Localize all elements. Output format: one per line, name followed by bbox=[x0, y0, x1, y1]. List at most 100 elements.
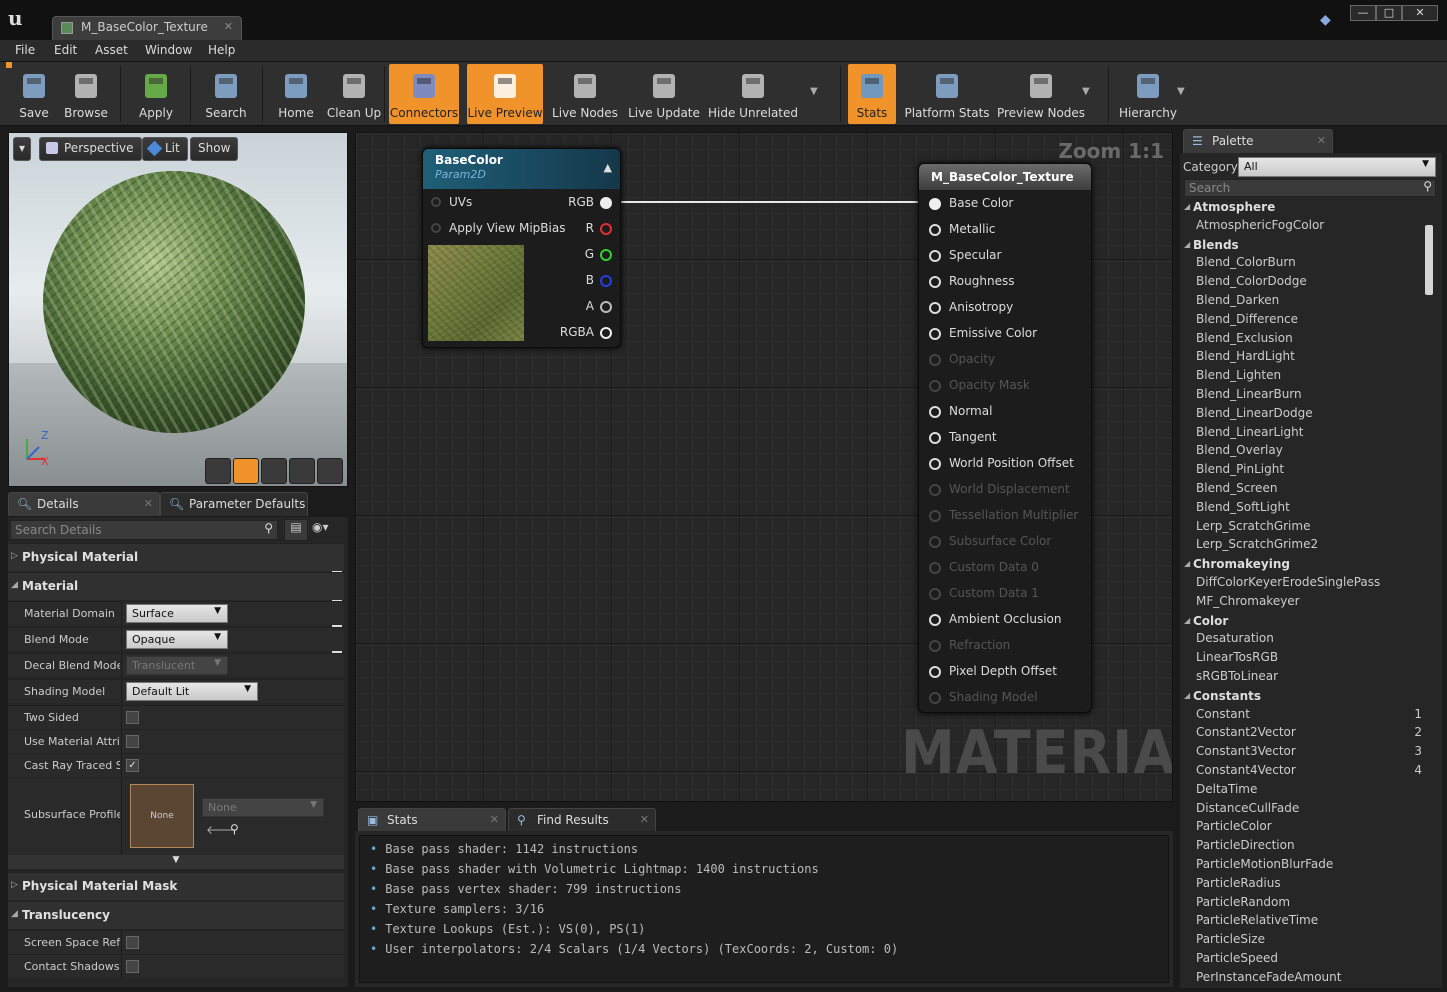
palette-item[interactable]: MF_Chromakeyer bbox=[1196, 594, 1436, 613]
palette-item[interactable]: ParticleMotionBlurFade bbox=[1196, 857, 1436, 876]
notification-icon[interactable]: ◆ bbox=[1320, 12, 1338, 30]
palette-category[interactable]: ◢ Constants bbox=[1184, 688, 1434, 707]
palette-item[interactable]: Blend_Screen bbox=[1196, 481, 1436, 500]
toolbar-platform-stats-button[interactable]: Platform Stats bbox=[904, 64, 990, 124]
screen-space-reflections-checkbox[interactable] bbox=[126, 936, 139, 949]
result-input-pin[interactable] bbox=[929, 640, 941, 652]
palette-item[interactable]: Constant4Vector 4 bbox=[1196, 763, 1436, 782]
result-input-pin[interactable] bbox=[929, 536, 941, 548]
two-sided-checkbox[interactable] bbox=[126, 711, 139, 724]
tab-details[interactable]: 🔍︎ Details ✕ bbox=[8, 492, 160, 516]
palette-item[interactable]: Blend_Lighten bbox=[1196, 368, 1436, 387]
toolbar-save-button[interactable]: Save bbox=[8, 64, 60, 124]
result-input-pin[interactable] bbox=[929, 614, 941, 626]
menu-help[interactable]: Help bbox=[208, 43, 235, 57]
palette-item[interactable]: Blend_Darken bbox=[1196, 293, 1436, 312]
toolbar-preview-nodes-button[interactable]: Preview Nodes bbox=[996, 64, 1086, 124]
palette-category[interactable]: ◢ Color bbox=[1184, 613, 1434, 632]
palette-item[interactable]: DiffColorKeyerErodeSinglePass bbox=[1196, 575, 1436, 594]
toolbar-live-update-button[interactable]: Live Update bbox=[628, 64, 700, 124]
result-input-pin[interactable] bbox=[929, 198, 941, 210]
toolbar-clean-up-button[interactable]: Clean Up bbox=[326, 64, 382, 124]
shading-model-dropdown[interactable]: Default Lit ▼ bbox=[126, 682, 258, 701]
close-tab-icon[interactable]: ✕ bbox=[224, 20, 233, 33]
viewport-options-button[interactable]: ▾ bbox=[13, 137, 32, 161]
palette-item[interactable]: Blend_LinearDodge bbox=[1196, 406, 1436, 425]
cylinder-mesh-icon[interactable] bbox=[205, 458, 231, 484]
toolbar-stats-button[interactable]: Stats bbox=[848, 64, 896, 124]
details-search-input[interactable]: Search Details ⚲ bbox=[10, 520, 278, 540]
palette-category[interactable]: ◢ Chromakeying bbox=[1184, 556, 1434, 575]
tab-parameter-defaults[interactable]: 🔍︎ Parameter Defaults bbox=[160, 492, 308, 516]
toolbar-dropdown-arrow-icon[interactable]: ▼ bbox=[810, 86, 818, 97]
menu-asset[interactable]: Asset bbox=[95, 43, 128, 57]
sphere-mesh-icon[interactable] bbox=[233, 458, 259, 484]
toolbar-browse-button[interactable]: Browse bbox=[60, 64, 112, 124]
palette-item[interactable]: Blend_LinearLight bbox=[1196, 425, 1436, 444]
texture-node-header[interactable]: BaseColor Param2D ▲ bbox=[423, 149, 620, 189]
output-pin[interactable] bbox=[600, 223, 612, 235]
close-window-button[interactable]: ✕ bbox=[1402, 5, 1438, 21]
palette-item[interactable]: ParticleRandom bbox=[1196, 895, 1436, 914]
maximize-button[interactable]: □ bbox=[1376, 5, 1402, 21]
result-input-pin[interactable] bbox=[929, 328, 941, 340]
material-graph[interactable]: Zoom 1:1 MATERIAL BaseColor Param2D ▲ UV… bbox=[355, 132, 1173, 802]
material-domain-dropdown[interactable]: Surface ▼ bbox=[126, 604, 228, 623]
result-input-pin[interactable] bbox=[929, 588, 941, 600]
toolbar-search-button[interactable]: Search bbox=[200, 64, 252, 124]
output-pin[interactable] bbox=[600, 275, 612, 287]
result-input-pin[interactable] bbox=[929, 250, 941, 262]
palette-item[interactable]: PerInstanceFadeAmount bbox=[1196, 970, 1436, 987]
close-find-results-icon[interactable]: ✕ bbox=[640, 813, 649, 826]
palette-item[interactable]: sRGBToLinear bbox=[1196, 669, 1436, 688]
result-input-pin[interactable] bbox=[929, 432, 941, 444]
output-pin[interactable] bbox=[600, 327, 612, 339]
preview-viewport[interactable]: ▾ Perspective Lit Show Z X bbox=[8, 132, 348, 487]
toolbar-hide-unrelated-button[interactable]: Hide Unrelated bbox=[708, 64, 798, 124]
section-translucency[interactable]: ◢ Translucency bbox=[8, 901, 344, 929]
palette-item[interactable]: Blend_HardLight bbox=[1196, 349, 1436, 368]
output-pin[interactable] bbox=[600, 197, 612, 209]
section-material[interactable]: ◢ Material bbox=[8, 572, 344, 600]
toolbar-hierarchy-button[interactable]: Hierarchy bbox=[1116, 64, 1180, 124]
palette-category[interactable]: ◢ Atmosphere bbox=[1184, 199, 1434, 218]
result-input-pin[interactable] bbox=[929, 666, 941, 678]
palette-item[interactable]: Desaturation bbox=[1196, 631, 1436, 650]
material-result-node[interactable]: M_BaseColor_Texture Base Color Metallic Sp… bbox=[918, 163, 1092, 713]
output-pin[interactable] bbox=[600, 249, 612, 261]
cube-mesh-icon[interactable] bbox=[289, 458, 315, 484]
menu-window[interactable]: Window bbox=[145, 43, 192, 57]
menu-file[interactable]: File bbox=[15, 43, 35, 57]
input-pin[interactable] bbox=[431, 223, 441, 233]
perspective-button[interactable]: Perspective bbox=[39, 137, 142, 161]
custom-mesh-icon[interactable] bbox=[317, 458, 343, 484]
output-pin[interactable] bbox=[600, 301, 612, 313]
cast-ray-traced-shadows-checkbox[interactable]: ✓ bbox=[126, 759, 139, 772]
result-input-pin[interactable] bbox=[929, 692, 941, 704]
blend-mode-dropdown[interactable]: Opaque ▼ bbox=[126, 630, 228, 649]
toolbar-connectors-button[interactable]: Connectors bbox=[389, 64, 459, 124]
palette-item[interactable]: DeltaTime bbox=[1196, 782, 1436, 801]
result-input-pin[interactable] bbox=[929, 406, 941, 418]
document-tab[interactable]: M_BaseColor_Texture ✕ bbox=[52, 16, 242, 40]
result-input-pin[interactable] bbox=[929, 224, 941, 236]
tab-stats[interactable]: ▣ Stats ✕ bbox=[358, 808, 506, 832]
palette-item[interactable]: ParticleRelativeTime bbox=[1196, 913, 1436, 932]
palette-scrollbar[interactable] bbox=[1425, 225, 1433, 295]
result-input-pin[interactable] bbox=[929, 562, 941, 574]
palette-item[interactable]: Blend_Exclusion bbox=[1196, 331, 1436, 350]
toolbar-dropdown-arrow-icon[interactable]: ▼ bbox=[1082, 86, 1090, 97]
palette-item[interactable]: LinearTosRGB bbox=[1196, 650, 1436, 669]
close-palette-icon[interactable]: ✕ bbox=[1317, 134, 1326, 147]
result-input-pin[interactable] bbox=[929, 510, 941, 522]
palette-item[interactable]: Blend_Overlay bbox=[1196, 443, 1436, 462]
result-input-pin[interactable] bbox=[929, 354, 941, 366]
section-physical-material-mask[interactable]: ▷ Physical Material Mask bbox=[8, 872, 344, 900]
palette-item[interactable]: ParticleRadius bbox=[1196, 876, 1436, 895]
minimize-button[interactable]: — bbox=[1350, 5, 1376, 21]
toolbar-home-button[interactable]: Home bbox=[270, 64, 322, 124]
palette-item[interactable]: Lerp_ScratchGrime bbox=[1196, 519, 1436, 538]
toolbar-live-nodes-button[interactable]: Live Nodes bbox=[552, 64, 618, 124]
palette-item[interactable]: Lerp_ScratchGrime2 bbox=[1196, 537, 1436, 556]
result-input-pin[interactable] bbox=[929, 302, 941, 314]
